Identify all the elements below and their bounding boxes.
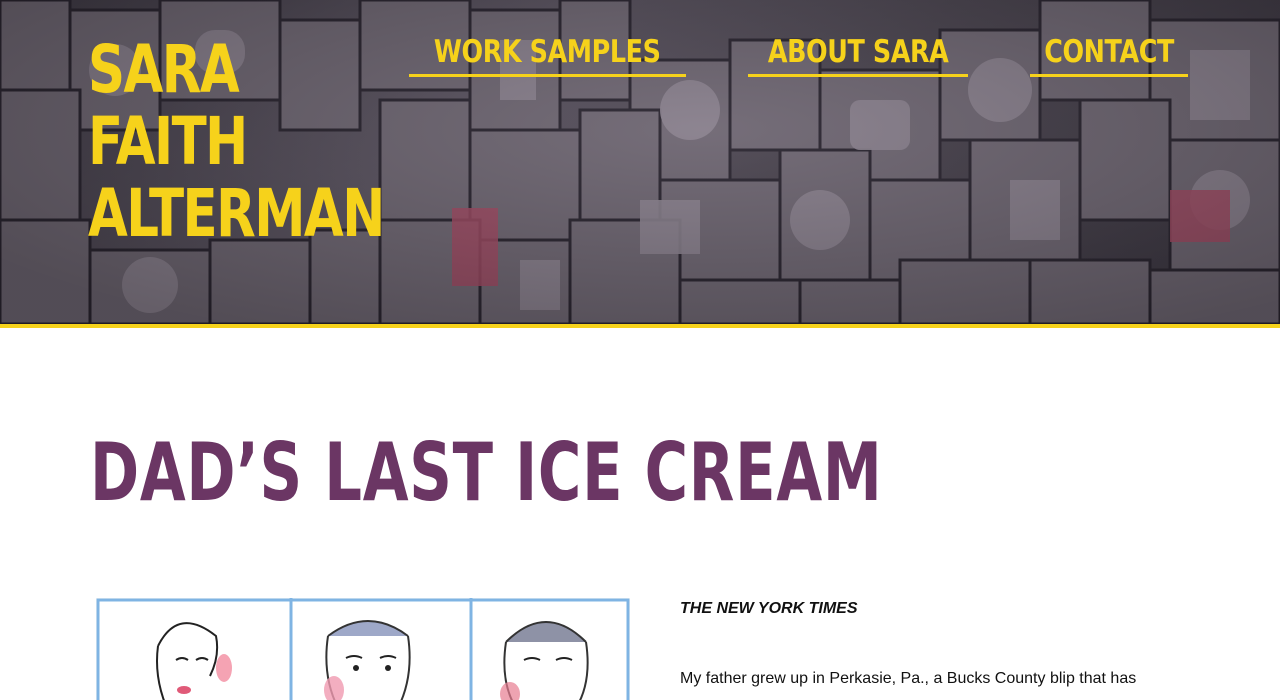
nav-about-sara-link[interactable]: ABOUT SARA — [747, 34, 968, 77]
nav-work-samples-link[interactable]: WORK SAMPLES — [409, 34, 686, 77]
site-header: SARA FAITH ALTERMAN WORK SAMPLES ABOUT S… — [0, 0, 1280, 324]
article-source: THE NEW YORK TIMES — [680, 600, 858, 617]
nav-work-samples-label: WORK SAMPLES — [434, 34, 661, 70]
header-divider — [0, 324, 1280, 328]
site-title[interactable]: SARA FAITH ALTERMAN — [88, 31, 385, 252]
nav-contact-link[interactable]: CONTACT — [1029, 34, 1188, 77]
page-title: DAD’S LAST ICE CREAM — [90, 426, 883, 519]
site-title-line-3: ALTERMAN — [88, 175, 385, 252]
site-title-line-1: SARA — [88, 31, 240, 108]
nav-contact-label: CONTACT — [1044, 34, 1174, 70]
article-body-first-line: My father grew up in Perkasie, Pa., a Bu… — [680, 670, 1137, 687]
main-nav: WORK SAMPLES ABOUT SARA CONTACT — [409, 34, 1188, 77]
nav-about-sara-label: ABOUT SARA — [767, 34, 948, 70]
site-title-line-2: FAITH — [88, 103, 248, 180]
article-illustration — [96, 598, 630, 700]
